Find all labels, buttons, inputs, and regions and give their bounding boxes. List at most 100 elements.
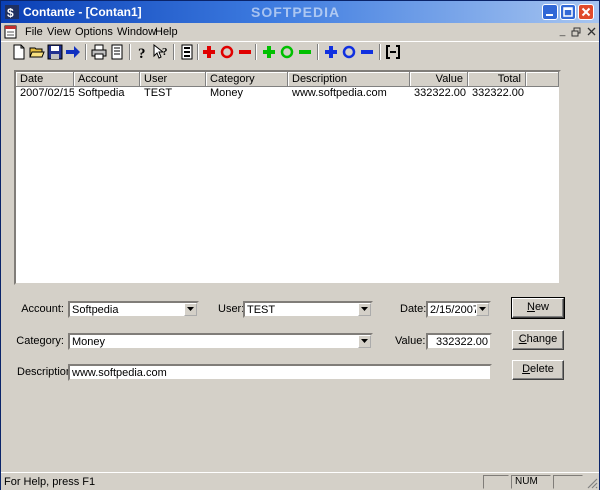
change-button[interactable]: Change <box>512 330 564 350</box>
menu-options[interactable]: Options <box>75 26 113 38</box>
remove-red-icon[interactable] <box>237 44 253 60</box>
toolbar-separator <box>197 44 199 60</box>
category-value: Money <box>72 336 106 348</box>
account-combo[interactable]: Softpedia <box>68 301 199 318</box>
cell-account: Softpedia <box>78 87 125 99</box>
new-button[interactable]: New <box>511 297 565 319</box>
table-row[interactable]: 2007/02/15 Softpedia TEST Money www.soft… <box>16 87 559 100</box>
add-green-icon[interactable] <box>261 44 277 60</box>
toolbar-separator <box>317 44 319 60</box>
window-title: Contante - [Contan1] <box>23 5 142 19</box>
column-user[interactable]: User <box>140 72 206 87</box>
change-button-accel: C <box>518 333 527 345</box>
status-help-text: For Help, press F1 <box>4 476 96 488</box>
column-date[interactable]: Date <box>16 72 74 87</box>
menu-window[interactable]: Window <box>117 26 156 38</box>
value-field[interactable]: 332322.00 <box>426 333 492 350</box>
column-account[interactable]: Account <box>74 72 140 87</box>
app-icon: $ <box>5 5 19 20</box>
chevron-down-icon <box>479 307 486 311</box>
save-icon[interactable] <box>47 44 63 60</box>
circle-red-icon[interactable] <box>219 44 235 60</box>
add-blue-icon[interactable] <box>323 44 339 60</box>
maximize-icon <box>563 7 573 17</box>
watermark: SOFTPEDIA <box>251 4 341 20</box>
cell-user: TEST <box>144 87 173 99</box>
date-dropdown-button[interactable] <box>476 303 489 316</box>
menu-file[interactable]: File <box>25 26 43 38</box>
account-value: Softpedia <box>72 304 119 316</box>
user-combo[interactable]: TEST <box>243 301 373 318</box>
cell-date: 2007/02/15 <box>20 87 74 99</box>
description-value: www.softpedia.com <box>72 367 167 379</box>
close-icon <box>581 7 591 17</box>
toolbar-separator <box>85 44 87 60</box>
chevron-down-icon <box>361 307 368 311</box>
cell-value: 332322.00 <box>414 87 466 99</box>
add-red-icon[interactable] <box>201 44 217 60</box>
context-help-icon[interactable]: ? <box>153 44 169 60</box>
print-preview-icon[interactable] <box>109 44 125 60</box>
maximize-button[interactable] <box>560 4 576 20</box>
circle-green-icon[interactable] <box>279 44 295 60</box>
column-total[interactable]: Total <box>468 72 526 87</box>
value-label: Value: <box>395 335 426 347</box>
category-dropdown-button[interactable] <box>358 335 371 348</box>
new-button-label: ew <box>534 301 549 313</box>
date-value: 2/15/2007 <box>430 304 479 316</box>
menu-view[interactable]: View <box>47 26 71 38</box>
circle-blue-icon[interactable] <box>341 44 357 60</box>
status-bar: For Help, press F1 NUM <box>1 472 599 490</box>
status-num: NUM <box>515 476 538 487</box>
user-value: TEST <box>247 304 276 316</box>
mdi-restore-icon[interactable] <box>571 27 582 37</box>
delete-button[interactable]: Delete <box>512 360 564 380</box>
print-icon[interactable] <box>91 44 107 60</box>
new-file-icon[interactable] <box>11 44 27 60</box>
category-label: Category: <box>16 335 64 347</box>
cell-description: www.softpedia.com <box>292 87 387 99</box>
minimize-button[interactable] <box>542 4 558 20</box>
remove-green-icon[interactable] <box>297 44 313 60</box>
resize-grip-icon[interactable] <box>586 477 598 489</box>
date-label: Date: <box>400 303 427 315</box>
transactions-table[interactable]: Date Account User Category Description V… <box>14 70 561 285</box>
description-label: Description: <box>17 366 76 378</box>
mdi-minimize-icon[interactable]: _ <box>557 27 568 37</box>
status-num-pane: NUM <box>511 475 551 489</box>
account-dropdown-button[interactable] <box>184 303 197 316</box>
change-button-label: hange <box>526 333 558 345</box>
svg-text:$: $ <box>7 6 14 20</box>
account-label: Account: <box>21 303 64 315</box>
description-field[interactable]: www.softpedia.com <box>68 364 492 381</box>
cell-total: 332322.00 <box>472 87 524 99</box>
status-pane-extra <box>553 475 583 489</box>
status-pane-empty <box>483 475 509 489</box>
column-category[interactable]: Category <box>206 72 288 87</box>
delete-button-accel: D <box>522 363 531 375</box>
title-bar[interactable]: $ Contante - [Contan1] SOFTPEDIA <box>1 1 599 23</box>
document-icon[interactable] <box>4 25 18 39</box>
user-dropdown-button[interactable] <box>358 303 371 316</box>
table-header: Date Account User Category Description V… <box>16 72 559 87</box>
help-icon[interactable]: ? <box>135 44 151 60</box>
list-icon[interactable] <box>179 44 195 60</box>
column-filler <box>526 72 559 87</box>
category-combo[interactable]: Money <box>68 333 373 350</box>
arrow-right-icon[interactable] <box>65 44 81 60</box>
column-value[interactable]: Value <box>410 72 468 87</box>
column-description[interactable]: Description <box>288 72 410 87</box>
remove-blue-icon[interactable] <box>359 44 375 60</box>
mdi-close-icon[interactable] <box>586 27 597 37</box>
open-folder-icon[interactable] <box>29 44 45 60</box>
menu-bar: File View Options Window Help _ <box>1 23 599 41</box>
toolbar-separator <box>129 44 131 60</box>
close-button[interactable] <box>578 4 594 20</box>
cell-category: Money <box>210 87 244 99</box>
main-window: $ Contante - [Contan1] SOFTPEDIA File Vi… <box>0 0 600 490</box>
client-area: Date Account User Category Description V… <box>1 62 599 472</box>
date-picker[interactable]: 2/15/2007 <box>426 301 491 318</box>
bracket-icon[interactable] <box>385 44 401 60</box>
svg-text:?: ? <box>138 46 146 60</box>
menu-help[interactable]: Help <box>155 26 178 38</box>
